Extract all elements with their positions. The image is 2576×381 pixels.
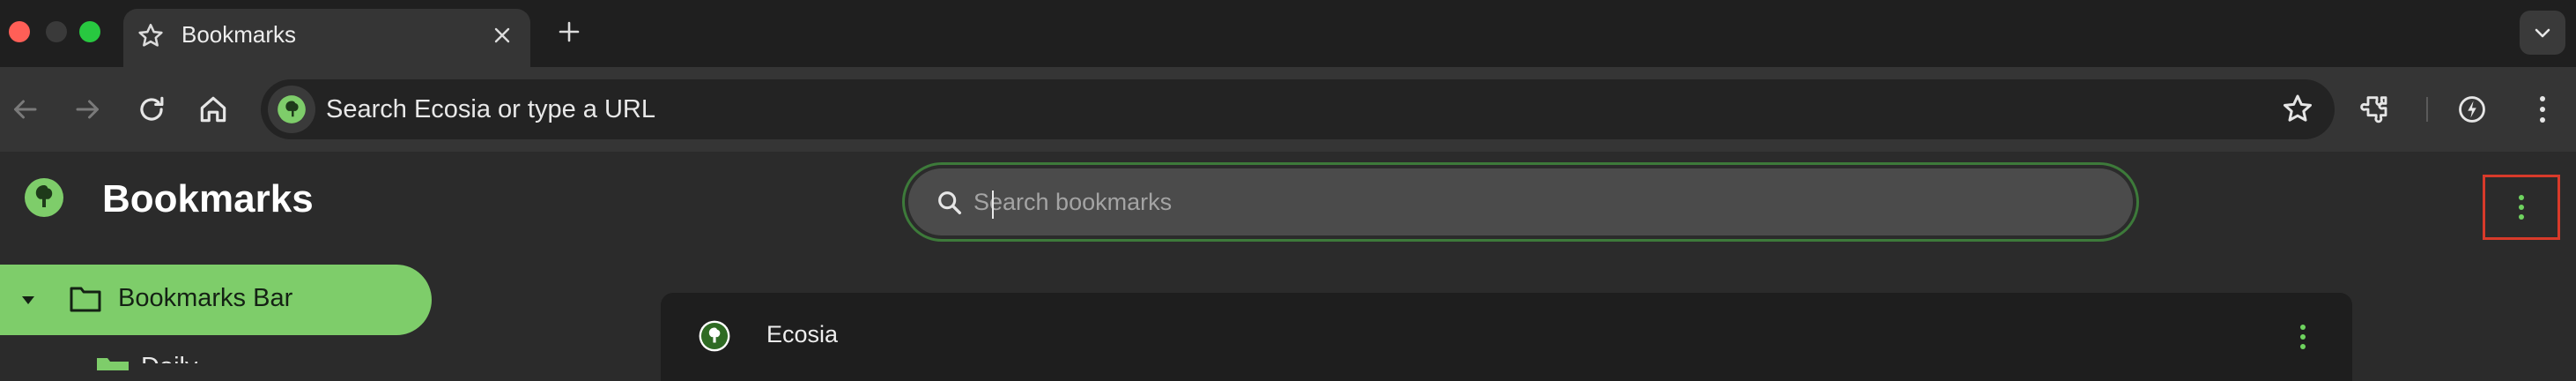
forward-arrow-icon xyxy=(76,100,99,119)
reload-icon xyxy=(140,96,164,121)
kebab-menu-icon xyxy=(2300,325,2306,349)
home-icon xyxy=(200,96,226,123)
address-bar[interactable]: Search Ecosia or type a URL xyxy=(261,79,2335,139)
browser-menu-button[interactable] xyxy=(2518,85,2567,134)
tab-close-button[interactable] xyxy=(486,19,518,51)
kebab-menu-icon xyxy=(2519,195,2524,220)
tab-title: Bookmarks xyxy=(181,21,297,48)
star-icon xyxy=(138,23,163,47)
sidebar-item-label: Bookmarks Bar xyxy=(118,284,293,312)
sidebar-sub-item-label[interactable]: Daily xyxy=(141,351,197,363)
tab-bookmarks[interactable]: Bookmarks xyxy=(123,9,530,71)
address-bar-placeholder: Search Ecosia or type a URL xyxy=(326,95,655,123)
page-title: Bookmarks xyxy=(102,177,314,220)
chevron-down-icon xyxy=(2535,28,2550,38)
toolbar-divider xyxy=(2426,97,2428,122)
ecosia-tree-icon xyxy=(278,95,306,123)
bookmark-more-button[interactable] xyxy=(2287,316,2319,358)
caret-down-icon[interactable] xyxy=(19,291,37,309)
ecosia-logo-icon xyxy=(699,320,730,352)
text-caret xyxy=(992,190,994,219)
bookmark-title: Ecosia xyxy=(766,321,839,347)
puzzle-icon xyxy=(2360,96,2387,123)
back-arrow-icon xyxy=(14,100,37,119)
window-close-button[interactable] xyxy=(9,21,30,42)
sidebar-item-bookmarks-bar[interactable]: Bookmarks Bar xyxy=(0,265,432,335)
reload-button[interactable] xyxy=(127,85,176,134)
bookmark-search-field[interactable] xyxy=(902,162,2139,242)
tab-strip: Bookmarks xyxy=(0,0,2576,71)
bookmark-star-icon[interactable] xyxy=(2280,92,2315,127)
bookmark-list: Ecosia xyxy=(661,293,2352,381)
window-zoom-button[interactable] xyxy=(79,21,100,42)
toolbar: Search Ecosia or type a URL xyxy=(0,67,2576,152)
organize-menu-button[interactable] xyxy=(2483,175,2560,240)
close-icon xyxy=(494,27,510,43)
new-tab-button[interactable] xyxy=(551,14,587,49)
extensions-button[interactable] xyxy=(2352,85,2402,134)
plus-icon xyxy=(559,21,580,42)
performance-button[interactable] xyxy=(2447,85,2497,134)
bookmark-search-inner xyxy=(908,168,2133,235)
tab-search-button[interactable] xyxy=(2520,11,2565,55)
search-icon xyxy=(938,191,962,215)
forward-button[interactable] xyxy=(63,85,113,134)
folder-icon xyxy=(70,287,101,312)
ecosia-logo-icon xyxy=(25,178,63,217)
speedometer-bolt-icon xyxy=(2459,96,2485,123)
bookmarks-page: Bookmarks Bookmarks Bar Daily xyxy=(0,152,2576,381)
ecosia-logo-icon[interactable] xyxy=(268,86,315,133)
back-button[interactable] xyxy=(0,85,49,134)
bookmark-search-input[interactable] xyxy=(973,181,2031,223)
kebab-menu-icon xyxy=(2540,96,2545,123)
home-button[interactable] xyxy=(189,85,238,134)
folder-icon xyxy=(97,358,129,370)
window-minimize-button[interactable] xyxy=(46,21,67,42)
